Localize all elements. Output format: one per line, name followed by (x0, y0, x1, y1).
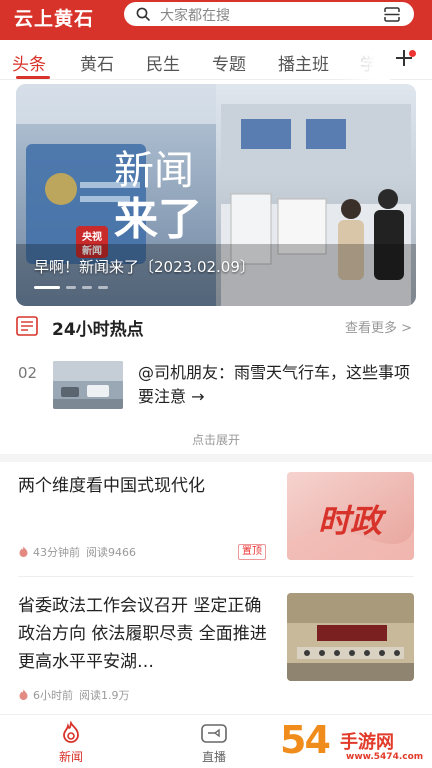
channel-tabs: 头条 黄石 民生 专题 播主班 学 (0, 40, 432, 80)
banner-overlay-2: 来了 (114, 194, 202, 245)
tab-huangshi[interactable]: 黄石 (80, 50, 114, 75)
notification-dot (409, 50, 416, 57)
search-placeholder: 大家都在搜 (160, 8, 230, 24)
hot-rank: 02 (18, 364, 38, 382)
tab-bozhuban[interactable]: 播主班 (278, 50, 329, 75)
flame-icon (63, 721, 79, 743)
news-time: 6小时前 (33, 689, 73, 702)
news-thumbnail[interactable]: 时政 (287, 472, 414, 560)
news-reads: 阅读9466 (86, 546, 136, 559)
watermark-url: www.5474.com (346, 752, 424, 762)
banner-title[interactable]: 早啊！新闻来了〔2023.02.09〕 (34, 256, 255, 277)
flame-icon (19, 689, 28, 700)
pinned-badge: 置顶 (238, 544, 266, 560)
news-thumbnail[interactable] (287, 593, 414, 681)
nav-news[interactable]: 新闻 (41, 721, 101, 765)
news-time: 43分钟前 (33, 546, 80, 559)
hot-item-thumbnail[interactable] (53, 361, 123, 409)
news-title[interactable]: 两个维度看中国式现代化 (18, 472, 268, 500)
tab-toutiao[interactable]: 头条 (12, 50, 46, 75)
news-meta: 6小时前 阅读1.9万 (18, 687, 130, 703)
tab-zhuanti[interactable]: 专题 (212, 50, 246, 75)
nav-live[interactable]: 直播 (184, 721, 244, 765)
nav-live-label: 直播 (201, 750, 226, 764)
tab-active-indicator (16, 76, 50, 79)
hot-section-title: 24小时热点 (52, 320, 144, 340)
tab-fade (340, 40, 390, 80)
banner-carousel[interactable]: 新闻 来了 央视 新闻 早啊！新闻来了〔2023.02.09〕 (16, 84, 416, 306)
search-input[interactable]: 大家都在搜 (124, 2, 414, 26)
carousel-dot-active (34, 286, 60, 289)
news-title[interactable]: 省委政法工作会议召开 坚定正确政治方向 依法履职尽责 全面推进更高水平平安湖… (18, 592, 268, 676)
video-icon (201, 724, 227, 743)
tab-minsheng[interactable]: 民生 (146, 50, 180, 75)
watermark-text: 手游网 (340, 732, 394, 753)
expand-button[interactable]: 点击展开 (0, 431, 432, 448)
section-divider (0, 454, 432, 462)
watermark-number: 54 (280, 718, 331, 762)
banner-logo-1: 央视 (82, 230, 102, 243)
hot-list-icon (16, 316, 38, 336)
app-title: 云上黄石 (14, 8, 95, 30)
carousel-dot (66, 286, 76, 289)
card-divider (18, 576, 414, 577)
hot-item-title[interactable]: @司机朋友：雨雪天气行车，这些事项要注意 → (138, 361, 414, 409)
carousel-dot (82, 286, 92, 289)
banner-overlay-1: 新闻 (114, 148, 194, 194)
thumb-label: 时政 (318, 502, 387, 540)
news-reads: 阅读1.9万 (79, 689, 130, 702)
top-bar: 云上黄石 大家都在搜 (0, 0, 432, 40)
news-meta: 43分钟前 阅读9466 (18, 544, 136, 560)
search-icon (136, 7, 150, 21)
scan-icon[interactable] (384, 7, 400, 22)
flame-icon (19, 546, 28, 557)
see-more-link[interactable]: 查看更多 > (345, 317, 412, 336)
nav-news-label: 新闻 (58, 750, 83, 764)
watermark-logo: 54 手游网 www.5474.com (280, 718, 430, 766)
carousel-dot (98, 286, 108, 289)
